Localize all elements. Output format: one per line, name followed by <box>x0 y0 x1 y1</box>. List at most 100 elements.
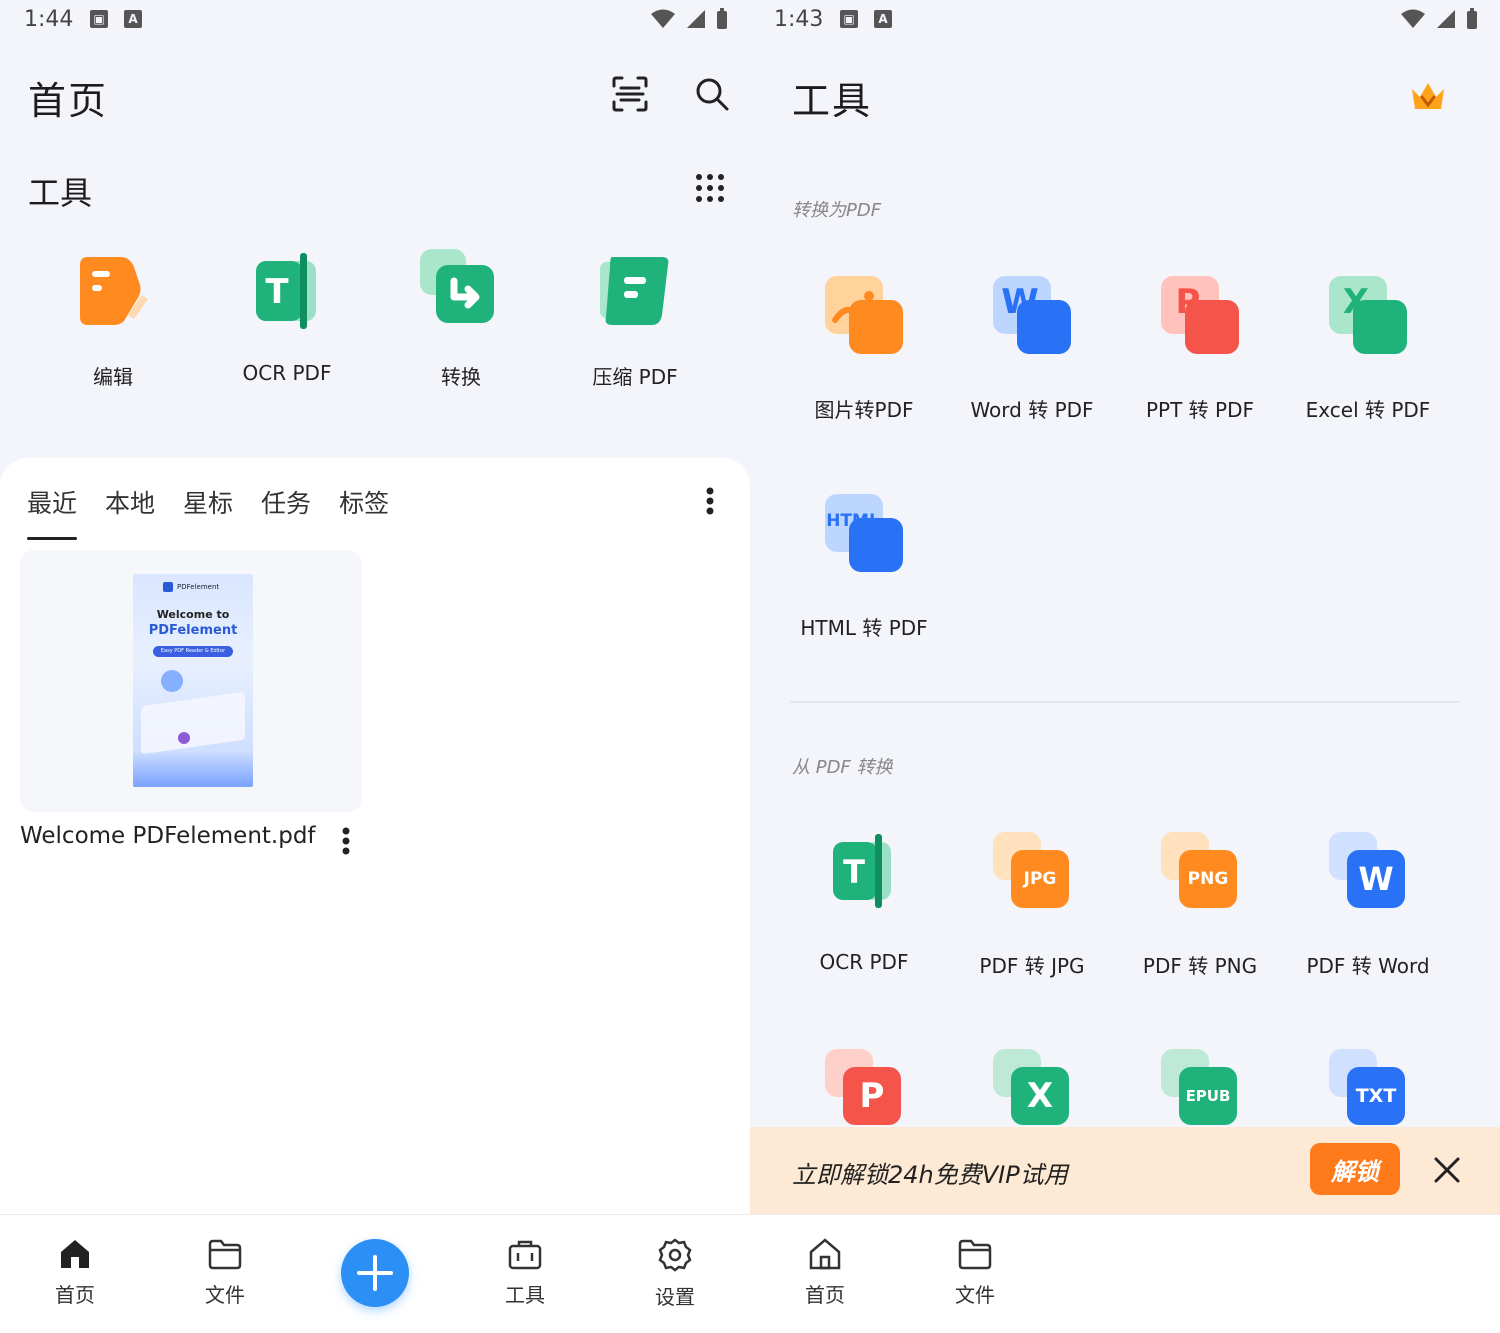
pdf-to-png-icon: PNG <box>1157 828 1243 914</box>
tool-edit[interactable]: 编辑 <box>26 245 200 390</box>
thumb-deco <box>161 670 183 692</box>
nav-label: 首页 <box>805 1283 845 1307</box>
tool-image-to-pdf[interactable]: 图片转PDF <box>780 272 948 423</box>
home-icon <box>809 1238 841 1270</box>
tool-label: 压缩 PDF <box>592 365 678 389</box>
status-bar: 1:43 ▣ A <box>750 0 1500 44</box>
nav-tools[interactable]: 工具 <box>465 1237 585 1308</box>
unlock-button[interactable]: 解锁 <box>1310 1143 1400 1195</box>
ppt-to-pdf-icon: P <box>1157 272 1243 358</box>
tool-label: HTML 转 PDF <box>800 616 928 640</box>
pdf-preview: PDFelement Welcome to PDFelement Easy PD… <box>133 574 253 787</box>
image-icon: ▣ <box>90 10 108 28</box>
signal-icon <box>687 10 705 28</box>
tool-pdf-to-word[interactable]: W PDF 转 Word <box>1284 828 1452 979</box>
edit-icon <box>68 245 158 335</box>
files-card: 最近 本地 星标 任务 标签 PDFelement Welcome to PDF… <box>0 458 750 1218</box>
tool-convert[interactable]: 转换 <box>374 245 548 390</box>
tab-recent[interactable]: 最近 <box>27 484 78 540</box>
thumb-cta: Easy PDF Reader & Editor <box>153 646 233 657</box>
tool-pdf-to-png[interactable]: PNG PDF 转 PNG <box>1116 828 1284 979</box>
scan-icon[interactable] <box>608 72 652 116</box>
nav-label: 首页 <box>55 1283 95 1307</box>
pdf-to-epub-icon: EPUB <box>1157 1045 1243 1131</box>
tool-ocr-pdf[interactable]: T OCR PDF <box>780 828 948 979</box>
more-vert-icon[interactable] <box>696 484 724 518</box>
tool-excel-to-pdf[interactable]: X Excel 转 PDF <box>1284 272 1452 423</box>
glyph: W <box>1001 282 1039 322</box>
nav-settings[interactable]: 设置 <box>615 1237 735 1310</box>
close-icon[interactable] <box>1430 1153 1464 1187</box>
thumb-product: PDFelement <box>148 623 238 638</box>
tool-label: Excel 转 PDF <box>1305 398 1431 422</box>
bottom-nav: 首页 文件 工具 设置 首页 文件 <box>0 1214 1500 1333</box>
vip-promo-banner: 立即解锁24h免费VIP试用 解锁 <box>750 1127 1500 1215</box>
search-icon[interactable] <box>690 72 734 116</box>
tool-label: 编辑 <box>93 365 133 389</box>
tool-word-to-pdf[interactable]: W Word 转 PDF <box>948 272 1116 423</box>
nav-label: 设置 <box>655 1285 695 1309</box>
tab-local[interactable]: 本地 <box>105 484 155 540</box>
signal-icon <box>1437 10 1455 28</box>
to-pdf-title: 转换为PDF <box>792 200 882 221</box>
from-pdf-row-2: P X EPUB TXT <box>780 1045 1460 1131</box>
thumb-brand: PDFelement <box>177 583 220 591</box>
thumb-heading: Welcome to <box>156 608 230 621</box>
glyph: P <box>1175 282 1201 322</box>
wifi-icon <box>651 9 675 28</box>
battery-icon <box>1467 8 1477 29</box>
tool-label: PDF 转 PNG <box>1142 954 1258 978</box>
ocr-icon: T <box>242 245 332 335</box>
grid-dots-icon[interactable] <box>690 168 730 208</box>
tool-ocr[interactable]: T OCR PDF <box>200 245 374 390</box>
glyph: W <box>1347 850 1405 908</box>
tool-label: PDF 转 JPG <box>979 954 1085 978</box>
tool-pdf-to-excel[interactable]: X <box>948 1045 1116 1131</box>
nav-home[interactable]: 首页 <box>765 1237 885 1308</box>
a-icon: A <box>874 10 892 28</box>
tools-row: 编辑 T OCR PDF 转换 压缩 PDF <box>26 245 726 390</box>
tool-ppt-to-pdf[interactable]: P PPT 转 PDF <box>1116 272 1284 423</box>
pdfelement-logo-icon <box>163 582 173 592</box>
image-to-pdf-icon <box>821 272 907 358</box>
tool-pdf-to-ppt[interactable]: P <box>780 1045 948 1131</box>
left-screen: 1:44 ▣ A 首页 工具 编辑 T OCR PDF 转换 压缩 PDF 最近… <box>0 0 750 1333</box>
nav-files[interactable]: 文件 <box>165 1237 285 1308</box>
nav-files[interactable]: 文件 <box>915 1237 1035 1308</box>
tool-pdf-to-epub[interactable]: EPUB <box>1116 1045 1284 1131</box>
tab-tags[interactable]: 标签 <box>339 484 389 540</box>
to-pdf-row-1: 图片转PDF W Word 转 PDF P PPT 转 PDF X Excel … <box>780 272 1460 423</box>
a-icon: A <box>124 10 142 28</box>
pdf-to-txt-icon: TXT <box>1325 1045 1411 1131</box>
from-pdf-row-1: T OCR PDF JPG PDF 转 JPG PNG PDF 转 PNG W <box>780 828 1460 979</box>
file-more-icon[interactable] <box>332 824 360 858</box>
tool-html-to-pdf[interactable]: HTML HTML 转 PDF <box>780 490 948 641</box>
glyph: PNG <box>1179 850 1237 908</box>
file-thumbnail[interactable]: PDFelement Welcome to PDFelement Easy PD… <box>20 550 362 812</box>
file-name[interactable]: Welcome PDFelement.pdf <box>20 823 316 849</box>
tab-tasks[interactable]: 任务 <box>261 484 311 540</box>
glyph: X <box>1011 1067 1069 1125</box>
pdf-to-jpg-icon: JPG <box>989 828 1075 914</box>
glyph: TXT <box>1347 1067 1405 1125</box>
thumb-deco <box>141 691 245 755</box>
file-tabs: 最近 本地 星标 任务 标签 <box>27 484 389 540</box>
right-screen: 1:43 ▣ A 工具 转换为PDF 图片转PDF W Word 转 PDF P… <box>750 0 1500 1333</box>
add-button[interactable] <box>341 1239 409 1307</box>
glyph: JPG <box>1011 850 1069 908</box>
tool-pdf-to-txt[interactable]: TXT <box>1284 1045 1452 1131</box>
nav-home[interactable]: 首页 <box>15 1237 135 1308</box>
status-time: 1:43 <box>774 7 824 32</box>
wifi-icon <box>1401 9 1425 28</box>
tool-pdf-to-jpg[interactable]: JPG PDF 转 JPG <box>948 828 1116 979</box>
tool-compress[interactable]: 压缩 PDF <box>548 245 722 390</box>
tool-label: PPT 转 PDF <box>1145 398 1255 422</box>
home-icon <box>61 1240 89 1268</box>
html-to-pdf-icon: HTML <box>821 490 907 576</box>
crown-icon[interactable] <box>1406 76 1450 116</box>
nav-label: 文件 <box>205 1283 245 1307</box>
from-pdf-title: 从 PDF 转换 <box>792 757 893 778</box>
tab-starred[interactable]: 星标 <box>183 484 233 540</box>
word-to-pdf-icon: W <box>989 272 1075 358</box>
tool-label: OCR PDF <box>819 950 909 974</box>
